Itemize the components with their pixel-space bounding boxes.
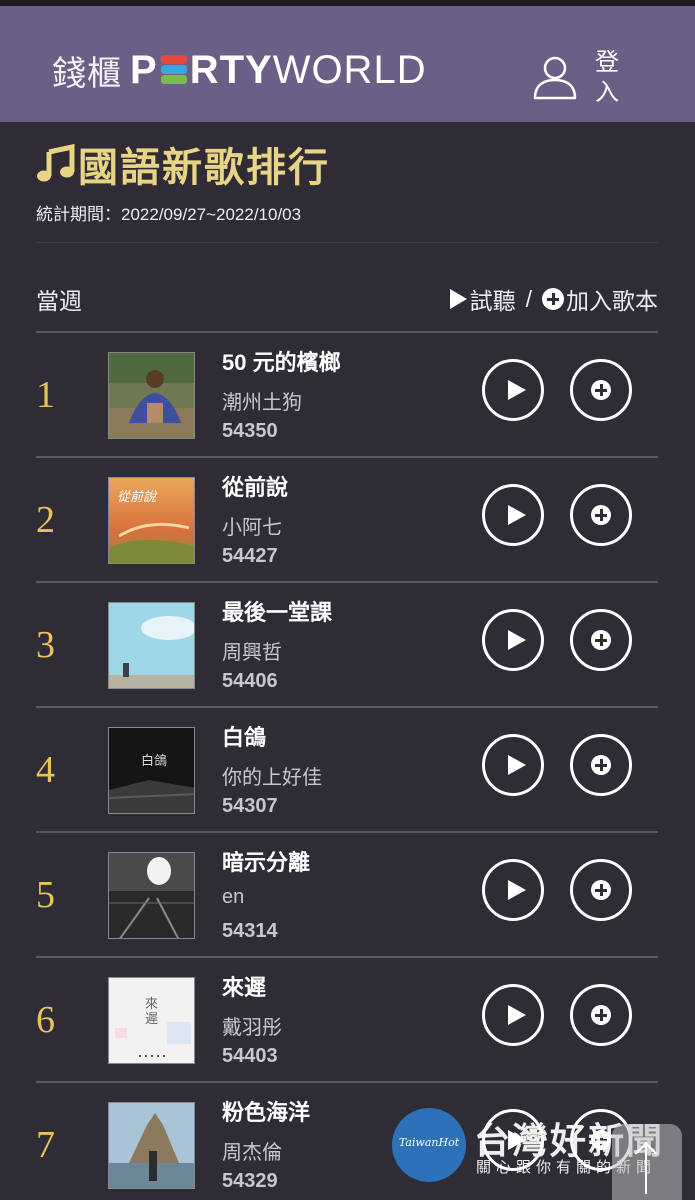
- song-code: 54427: [222, 545, 278, 567]
- play-button[interactable]: [482, 609, 544, 671]
- song-artist: 戴羽彤: [222, 1017, 282, 1039]
- list-item: 5 暗示分離 en 54314: [36, 831, 658, 956]
- scroll-to-top-button[interactable]: [612, 1124, 682, 1200]
- logo-world: WORLD: [272, 47, 427, 92]
- play-legend-icon: [449, 289, 467, 309]
- song-title: 白鴿: [222, 725, 267, 750]
- rank-number: 4: [36, 749, 55, 791]
- add-to-songbook-button[interactable]: [570, 859, 632, 921]
- rank-number: 2: [36, 499, 55, 541]
- song-title: 粉色海洋: [222, 1100, 311, 1125]
- song-code: 54307: [222, 795, 278, 817]
- song-title: 50 元的檳榔: [222, 350, 341, 375]
- add-to-songbook-button[interactable]: [570, 359, 632, 421]
- play-icon: [508, 755, 526, 775]
- add-legend-icon: [542, 288, 564, 310]
- week-column-label: 當週: [36, 288, 82, 314]
- album-cover[interactable]: 白鴿: [108, 727, 195, 814]
- music-note-icon: [37, 144, 75, 182]
- play-button[interactable]: [482, 984, 544, 1046]
- ranking-list: 1 50 元的檳榔 潮州土狗 54350 2 從前說 從前說 小阿七 54427…: [36, 331, 658, 1200]
- rank-number: 7: [36, 1124, 55, 1166]
- plus-icon: [591, 755, 611, 775]
- user-icon[interactable]: [532, 54, 578, 100]
- rank-number: 5: [36, 874, 55, 916]
- play-icon: [508, 1005, 526, 1025]
- cover-text: 來遲: [145, 996, 159, 1026]
- song-artist: 周杰倫: [222, 1142, 282, 1164]
- rank-number: 3: [36, 624, 55, 666]
- song-title: 來遲: [222, 975, 267, 1000]
- album-cover[interactable]: [108, 352, 195, 439]
- cover-text: 白鴿: [141, 753, 168, 768]
- song-code: 54350: [222, 420, 278, 442]
- song-artist: 周興哲: [222, 642, 282, 664]
- plus-icon: [591, 380, 611, 400]
- plus-icon: [591, 630, 611, 650]
- play-button[interactable]: [482, 734, 544, 796]
- logo-color-bars-icon: [159, 53, 189, 87]
- add-to-songbook-button[interactable]: [570, 484, 632, 546]
- song-title: 從前說: [222, 475, 289, 500]
- plus-icon: [591, 880, 611, 900]
- logo-party-rest: RTY: [189, 47, 273, 92]
- rank-number: 1: [36, 374, 55, 416]
- list-item: 3 最後一堂課 周興哲 54406: [36, 581, 658, 706]
- list-item: 2 從前說 從前說 小阿七 54427: [36, 456, 658, 581]
- song-code: 54403: [222, 1045, 278, 1067]
- song-code: 54406: [222, 670, 278, 692]
- play-icon: [508, 630, 526, 650]
- song-code: 54329: [222, 1170, 278, 1192]
- legend-add: 加入歌本: [566, 288, 658, 314]
- logo-chinese-text: 錢櫃: [52, 53, 122, 94]
- add-to-songbook-button[interactable]: [570, 734, 632, 796]
- song-artist: en: [222, 886, 245, 908]
- play-button[interactable]: [482, 359, 544, 421]
- album-cover[interactable]: 從前說: [108, 477, 195, 564]
- play-button[interactable]: [482, 859, 544, 921]
- statistics-period: 統計期間：2022/09/27~2022/10/03: [36, 205, 302, 224]
- legend-listen: 試聽: [469, 288, 516, 314]
- rank-number: 6: [36, 999, 55, 1041]
- page-title: 國語新歌排行: [78, 146, 330, 190]
- album-cover[interactable]: [108, 852, 195, 939]
- song-title: 暗示分離: [222, 850, 311, 875]
- partyworld-logo[interactable]: 錢櫃 P RTY WORLD: [52, 42, 427, 98]
- arrow-up-head-icon: [634, 1142, 658, 1165]
- list-item: 6 來遲 來遲 戴羽彤 54403: [36, 956, 658, 1081]
- action-legend: 試聽 / 加入歌本: [449, 282, 658, 316]
- add-to-songbook-button[interactable]: [570, 984, 632, 1046]
- play-button[interactable]: [482, 484, 544, 546]
- divider: [36, 242, 658, 243]
- logo-party-p: P: [130, 47, 158, 92]
- plus-icon: [591, 505, 611, 525]
- song-artist: 小阿七: [222, 517, 282, 539]
- album-cover[interactable]: 來遲: [108, 977, 195, 1064]
- login-button[interactable]: 登入: [594, 48, 620, 108]
- song-artist: 潮州土狗: [222, 392, 302, 414]
- app-header: 錢櫃 P RTY WORLD 登入: [0, 6, 695, 122]
- watermark-script-text: TaiwanHot: [398, 1136, 460, 1149]
- page-title-row: 國語新歌排行: [36, 138, 330, 190]
- song-title: 最後一堂課: [222, 600, 333, 625]
- album-cover[interactable]: [108, 602, 195, 689]
- cover-text: 從前說: [117, 489, 157, 504]
- play-icon: [508, 505, 526, 525]
- play-icon: [508, 880, 526, 900]
- play-icon: [508, 380, 526, 400]
- list-item: 1 50 元的檳榔 潮州土狗 54350: [36, 331, 658, 456]
- album-cover[interactable]: [108, 1102, 195, 1189]
- list-item: 4 白鴿 白鴿 你的上好佳 54307: [36, 706, 658, 831]
- plus-icon: [591, 1005, 611, 1025]
- song-artist: 你的上好佳: [222, 767, 322, 789]
- add-to-songbook-button[interactable]: [570, 609, 632, 671]
- song-code: 54314: [222, 920, 278, 942]
- legend-separator: /: [525, 285, 532, 312]
